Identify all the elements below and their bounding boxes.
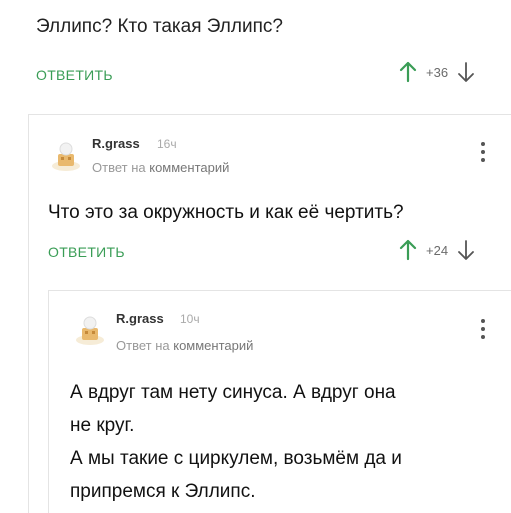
reply-meta-link[interactable]: комментарий <box>173 338 253 353</box>
root-comment-text: Эллипс? Кто такая Эллипс? <box>36 16 283 37</box>
avatar-icon[interactable] <box>72 312 108 348</box>
comment-line: припремся к Эллипс. <box>70 481 256 502</box>
avatar-icon[interactable] <box>48 138 84 174</box>
up-arrow-icon[interactable] <box>398 238 418 262</box>
divider <box>48 290 511 291</box>
username[interactable]: R.grass <box>116 311 164 326</box>
reply-meta: Ответ на комментарий <box>92 160 229 175</box>
reply-button[interactable]: ОТВЕТИТЬ <box>48 244 125 260</box>
up-arrow-icon[interactable] <box>398 60 418 84</box>
comment-line: не круг. <box>70 415 135 436</box>
divider <box>28 114 511 115</box>
root-vote: +36 <box>398 60 476 84</box>
reply-meta: Ответ на комментарий <box>116 338 253 353</box>
username[interactable]: R.grass <box>92 136 140 151</box>
thread-line <box>28 114 29 513</box>
reply-meta-link[interactable]: комментарий <box>149 160 229 175</box>
comment-text: А вдруг там нету синуса. А вдруг она не … <box>70 376 402 508</box>
root-reply-button[interactable]: ОТВЕТИТЬ <box>36 67 113 83</box>
reply-meta-prefix: Ответ на <box>92 160 146 175</box>
root-score: +36 <box>426 64 449 80</box>
thread-line <box>48 290 49 513</box>
down-arrow-icon[interactable] <box>456 60 476 84</box>
comment-line: А вдруг там нету синуса. А вдруг она <box>70 382 396 403</box>
more-vertical-icon[interactable] <box>481 142 485 166</box>
reply1-score: +24 <box>426 242 449 258</box>
comment-text: Что это за окружность и как её чертить? <box>48 202 404 223</box>
down-arrow-icon[interactable] <box>456 238 476 262</box>
timestamp: 16ч <box>157 137 177 151</box>
timestamp: 10ч <box>180 312 200 326</box>
more-vertical-icon[interactable] <box>481 319 485 343</box>
reply1-vote: +24 <box>398 238 476 262</box>
comment-line: А мы такие с циркулем, возьмём да и <box>70 448 402 469</box>
reply-meta-prefix: Ответ на <box>116 338 170 353</box>
